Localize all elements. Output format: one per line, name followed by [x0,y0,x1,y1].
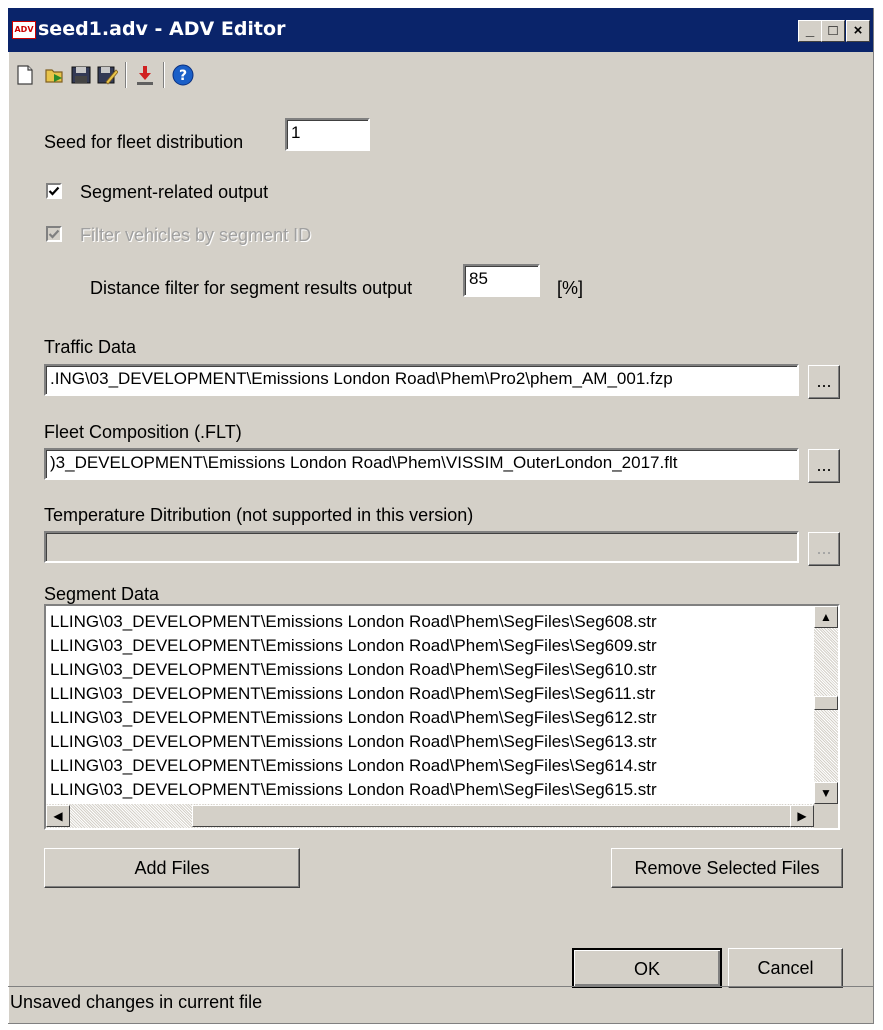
app-icon: ADV [12,21,36,39]
save-icon[interactable] [70,64,92,86]
traffic-browse-button[interactable]: ... [808,365,840,399]
segment-output-label: Segment-related output [80,182,269,202]
ok-button[interactable]: OK [572,948,722,988]
horizontal-scrollbar[interactable]: ◀ ▶ [46,804,814,828]
scroll-left-button[interactable]: ◀ [46,805,70,827]
export-icon[interactable] [134,64,156,86]
distance-filter-label: Distance filter for segment results outp… [90,278,413,298]
traffic-data-label: Traffic Data [44,337,137,357]
traffic-data-input[interactable]: .ING\03_DEVELOPMENT\Emissions London Roa… [44,364,799,396]
check-icon [48,229,60,239]
vertical-scroll-thumb[interactable] [814,696,838,710]
maximize-button[interactable]: □ [821,20,845,42]
segment-files-listbox[interactable]: LLING\03_DEVELOPMENT\Emissions London Ro… [44,604,840,830]
segment-output-checkbox[interactable] [46,183,62,199]
toolbar-separator [163,62,165,88]
filter-vehicles-checkbox[interactable] [46,226,62,242]
list-item[interactable]: LLING\03_DEVELOPMENT\Emissions London Ro… [48,658,810,682]
toolbar-separator [125,62,127,88]
open-folder-icon[interactable] [44,64,66,86]
new-file-icon[interactable] [14,64,36,86]
segment-files-list: LLING\03_DEVELOPMENT\Emissions London Ro… [48,610,810,800]
scrollbar-corner [814,804,838,828]
temperature-browse-button[interactable]: ... [808,532,840,566]
fleet-composition-input[interactable]: )3_DEVELOPMENT\Emissions London Road\Phe… [44,448,799,480]
list-item[interactable]: LLING\03_DEVELOPMENT\Emissions London Ro… [48,730,810,754]
filter-vehicles-label: Filter vehicles by segment ID [80,225,312,245]
temperature-label: Temperature Ditribution (not supported i… [44,505,474,525]
scroll-up-button[interactable]: ▲ [814,606,838,628]
minimize-button[interactable]: _ [798,20,822,42]
status-text: Unsaved changes in current file [10,992,263,1012]
temperature-input[interactable] [44,531,799,563]
save-as-icon[interactable] [96,64,118,86]
list-item[interactable]: LLING\03_DEVELOPMENT\Emissions London Ro… [48,754,810,778]
window-title: seed1.adv - ADV Editor [38,18,286,40]
status-bar: Unsaved changes in current file [8,986,873,1023]
list-item[interactable]: LLING\03_DEVELOPMENT\Emissions London Ro… [48,634,810,658]
segment-data-label: Segment Data [44,584,160,604]
list-item[interactable]: LLING\03_DEVELOPMENT\Emissions London Ro… [48,778,810,800]
distance-filter-input[interactable]: 85 [463,264,540,297]
toolbar: ? [8,52,873,98]
close-button[interactable]: × [846,20,870,42]
remove-selected-files-button[interactable]: Remove Selected Files [611,848,843,888]
title-bar[interactable]: ADV seed1.adv - ADV Editor _ □ × [8,8,873,52]
list-item[interactable]: LLING\03_DEVELOPMENT\Emissions London Ro… [48,610,810,634]
horizontal-scroll-thumb[interactable] [192,805,812,827]
cancel-button[interactable]: Cancel [728,948,843,988]
seed-input[interactable]: 1 [285,118,370,151]
list-item[interactable]: LLING\03_DEVELOPMENT\Emissions London Ro… [48,706,810,730]
distance-filter-unit: [%] [557,278,584,298]
help-icon[interactable]: ? [172,64,194,86]
vertical-scrollbar[interactable]: ▲ ▼ [814,606,838,804]
seed-label: Seed for fleet distribution [44,132,244,152]
check-icon [48,186,60,196]
fleet-browse-button[interactable]: ... [808,449,840,483]
fleet-composition-label: Fleet Composition (.FLT) [44,422,242,442]
add-files-button[interactable]: Add Files [44,848,300,888]
scroll-right-button[interactable]: ▶ [790,805,814,827]
scroll-down-button[interactable]: ▼ [814,782,838,804]
adv-editor-window: ADV seed1.adv - ADV Editor _ □ × ? Seed … [8,8,874,1024]
help-glyph: ? [179,68,187,84]
list-item[interactable]: LLING\03_DEVELOPMENT\Emissions London Ro… [48,682,810,706]
